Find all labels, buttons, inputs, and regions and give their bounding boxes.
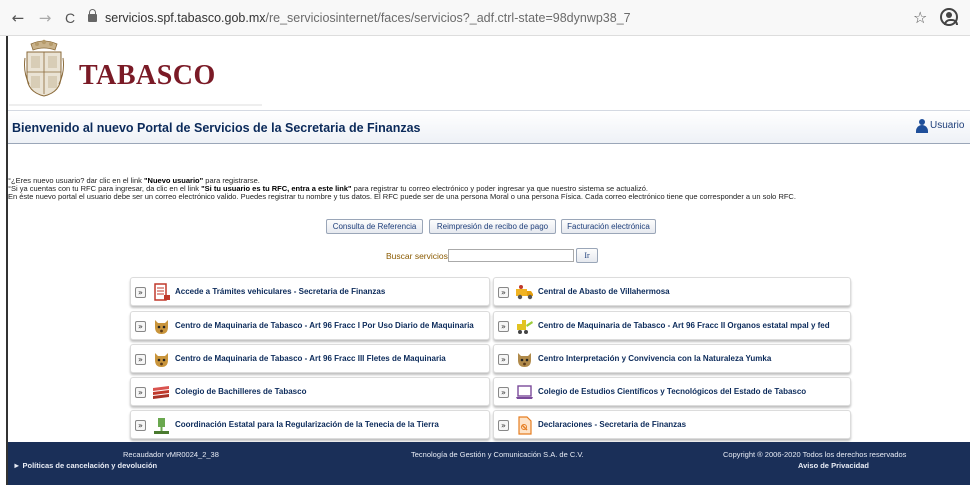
user-icon [916,119,928,133]
search-label: Buscar servicios [386,251,448,261]
delivery-truck-icon [516,285,533,300]
expand-arrow-icon: » [135,287,146,298]
logo-divider [9,104,262,106]
brand-logo[interactable]: TABASCO [9,38,262,102]
vehicle-form-icon [154,283,170,301]
land-marker-icon [154,418,169,434]
star-icon[interactable]: ☆ [913,8,927,27]
service-card[interactable]: » Centro de Maquinaria de Tabasco - Art … [130,311,490,340]
privacy-link[interactable]: Aviso de Privacidad [798,461,869,470]
service-label: Colegio de Bachilleres de Tabasco [175,387,307,396]
service-card[interactable]: » Coordinación Estatal para la Regulariz… [130,410,490,439]
user-label: Usuario [930,120,965,131]
jaguar-icon [155,320,168,334]
laptop-icon [516,385,533,399]
url-path: /re_serviciosinternet/faces/servicios?_a… [265,11,631,25]
service-label: Centro de Maquinaria de Tabasco - Art 96… [175,354,446,363]
service-label: Centro de Maquinaria de Tabasco - Art 96… [175,321,474,330]
jaguar-icon [155,353,168,367]
expand-arrow-icon: » [135,321,146,332]
service-label: Centro Interpretación y Convivencia con … [538,354,772,363]
expand-arrow-icon: » [135,354,146,365]
expand-arrow-icon: » [135,387,146,398]
service-label: Colegio de Estudios Científicos y Tecnol… [538,387,807,396]
expand-arrow-icon: » [135,420,146,431]
state-seal-icon [24,39,64,97]
browser-toolbar: ← → C servicios.spf.tabasco.gob.mx/re_se… [0,0,970,36]
portal-header: Bienvenido al nuevo Portal de Servicios … [8,110,970,144]
forward-button[interactable]: → [37,9,53,27]
document-icon [518,416,532,435]
service-card[interactable]: » Colegio de Estudios Científicos y Tecn… [493,377,851,406]
service-card[interactable]: » Colegio de Bachilleres de Tabasco [130,377,490,406]
service-card[interactable]: » Centro Interpretación y Convivencia co… [493,344,851,373]
service-card[interactable]: » Declaraciones - Secretaria de Finanzas [493,410,851,439]
company-text: Tecnología de Gestión y Comunicación S.A… [411,450,584,459]
expand-arrow-icon: » [498,387,509,398]
copyright-text: Copyright ® 2006-2020 Todos los derechos… [723,450,907,459]
registration-info: °¿Eres nuevo usuario? dar clic en el lin… [8,177,948,201]
account-icon[interactable] [940,8,958,26]
expand-arrow-icon: » [498,420,509,431]
service-label: Central de Abasto de Villahermosa [538,287,670,296]
address-bar[interactable]: servicios.spf.tabasco.gob.mx/re_servicio… [88,6,910,30]
service-card[interactable]: » Central de Abasto de Villahermosa [493,277,851,306]
machinery-icon [517,320,533,334]
info-line-email: En éste nuevo portal el usuario debe ser… [8,192,796,201]
service-card[interactable]: » Centro de Maquinaria de Tabasco - Art … [493,311,851,340]
consulta-referencia-button[interactable]: Consulta de Referencia [326,219,423,234]
version-text: Recaudador vMR0024_2_38 [123,450,219,459]
search-input[interactable] [448,249,574,262]
service-card[interactable]: » Accede a Trámites vehiculares - Secret… [130,277,490,306]
service-label: Declaraciones - Secretaria de Finanzas [538,420,687,429]
books-icon [153,386,169,399]
expand-arrow-icon: » [498,321,509,332]
back-button[interactable]: ← [10,9,26,27]
policies-link[interactable]: ► Políticas de cancelación y devolución [13,461,157,470]
reimpresion-recibo-button[interactable]: Reimpresión de recibo de pago [429,219,556,234]
page-title: Bienvenido al nuevo Portal de Servicios … [12,121,421,135]
reload-button[interactable]: C [62,9,78,27]
service-label: Coordinación Estatal para la Regularizac… [175,420,439,429]
brand-name: TABASCO [79,60,216,91]
search-go-button[interactable]: Ir [576,248,598,263]
expand-arrow-icon: » [498,354,509,365]
service-label: Centro de Maquinaria de Tabasco - Art 96… [538,321,830,330]
expand-arrow-icon: » [498,287,509,298]
service-card[interactable]: » Centro de Maquinaria de Tabasco - Art … [130,344,490,373]
facturacion-electronica-button[interactable]: Facturación electrónica [561,219,656,234]
user-menu[interactable]: Usuario [916,119,965,133]
jaguar-icon [518,353,531,367]
page-footer: Recaudador vMR0024_2_38 ► Políticas de c… [8,442,970,485]
url-host: servicios.spf.tabasco.gob.mx [105,11,266,25]
page-edge [6,36,8,485]
service-label: Accede a Trámites vehiculares - Secretar… [175,287,386,296]
lock-icon [88,9,97,22]
